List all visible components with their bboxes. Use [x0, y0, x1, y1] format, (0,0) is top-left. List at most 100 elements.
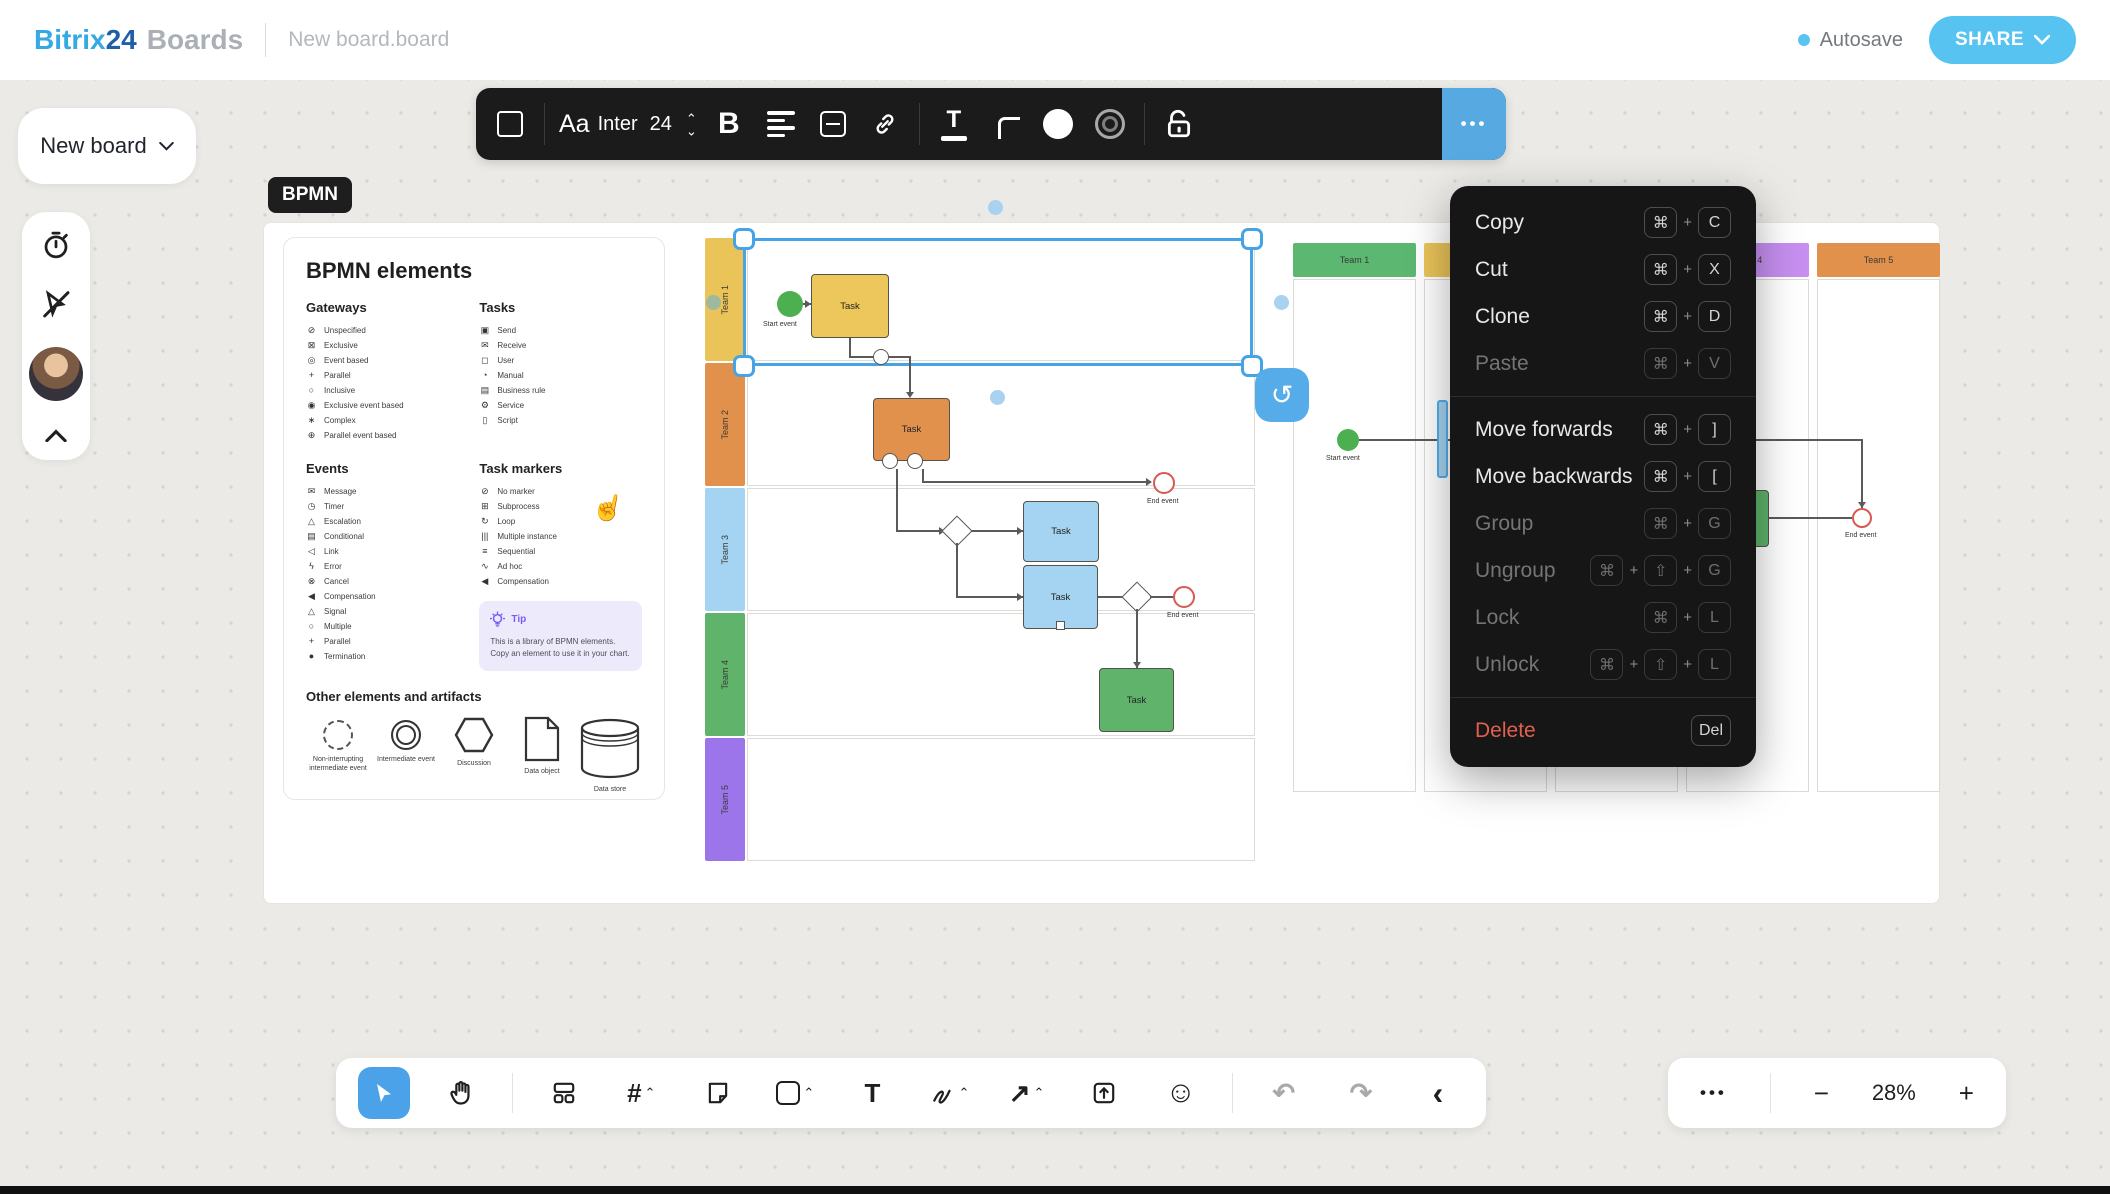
bpmn-item-complex[interactable]: ∗Complex	[306, 413, 459, 428]
menu-item-delete[interactable]: DeleteDel	[1450, 707, 1756, 754]
bpmn-item-exclusive[interactable]: ⊠Exclusive	[306, 338, 459, 353]
text-color-button[interactable]: T	[928, 88, 980, 160]
bpmn-item-compensation[interactable]: ◀Compensation	[479, 574, 642, 589]
bold-button[interactable]: B	[703, 88, 755, 160]
emoji-tool-button[interactable]: ☺	[1155, 1067, 1207, 1119]
bpmn-item-conditional[interactable]: ▤Conditional	[306, 529, 459, 544]
zoom-in-button[interactable]: +	[1955, 1078, 1978, 1109]
bpmn-item-discussion[interactable]: Discussion	[442, 716, 506, 768]
canvas-more-button[interactable]: •••	[1696, 1083, 1731, 1103]
frame-title-tag[interactable]: BPMN	[268, 177, 352, 213]
menu-item-move-backwards[interactable]: Move backwards⌘+[	[1450, 453, 1756, 500]
bpmn-item-ad-hoc[interactable]: ∿Ad hoc	[479, 559, 642, 574]
menu-item-copy[interactable]: Copy⌘+C	[1450, 199, 1756, 246]
bpmn-item-link[interactable]: ◁Link	[306, 544, 459, 559]
bpmn-item-parallel[interactable]: +Parallel	[306, 368, 459, 383]
bpmn-item-business-rule[interactable]: ▤Business rule	[479, 383, 642, 398]
board-switcher-button[interactable]: New board	[18, 108, 196, 184]
upload-tool-button[interactable]	[1078, 1067, 1130, 1119]
text-position-button[interactable]	[807, 88, 859, 160]
marker-circle[interactable]	[882, 453, 898, 469]
end-event-node[interactable]	[1173, 586, 1195, 608]
bpmn-item-parallel-event-based[interactable]: ⊕Parallel event based	[306, 428, 459, 443]
collaborator-avatar[interactable]	[29, 347, 83, 401]
gateway-node[interactable]	[1121, 581, 1152, 612]
menu-item-move-forwards[interactable]: Move forwards⌘+]	[1450, 406, 1756, 453]
selected-element-partial[interactable]	[1437, 400, 1448, 478]
bpmn-item-sequential[interactable]: ≡Sequential	[479, 544, 642, 559]
gateway-node[interactable]	[941, 515, 972, 546]
task-node-yellow[interactable]: Task	[811, 274, 889, 338]
document-title[interactable]: New board.board	[288, 28, 449, 52]
bpmn-item-inclusive[interactable]: ○Inclusive	[306, 383, 459, 398]
bpmn-item-data-store[interactable]: Data store	[578, 716, 642, 794]
connector-tool-button[interactable]: ↗ ⌃	[1001, 1067, 1053, 1119]
bpmn-item-message[interactable]: ✉Message	[306, 484, 459, 499]
start-event-node[interactable]	[1337, 429, 1359, 451]
collapse-rail-button[interactable]	[45, 429, 67, 442]
selection-handle-ne[interactable]	[1241, 228, 1263, 250]
marker-circle[interactable]	[873, 349, 889, 365]
stroke-color-button[interactable]	[1084, 88, 1136, 160]
text-align-button[interactable]	[755, 88, 807, 160]
menu-item-cut[interactable]: Cut⌘+X	[1450, 246, 1756, 293]
reset-rotation-button[interactable]: ↺	[1255, 368, 1309, 422]
task-node-green[interactable]: Task	[1099, 668, 1174, 732]
bpmn-item-timer[interactable]: ◷Timer	[306, 499, 459, 514]
bpmn-item-signal[interactable]: △Signal	[306, 604, 459, 619]
menu-item-clone[interactable]: Clone⌘+D	[1450, 293, 1756, 340]
more-options-button[interactable]: •••	[1442, 88, 1506, 160]
font-size-stepper[interactable]: 24 ⌃⌃	[644, 88, 703, 160]
sticky-note-tool-button[interactable]	[692, 1067, 744, 1119]
end-event-node[interactable]	[1153, 472, 1175, 494]
zoom-level-value[interactable]: 28%	[1872, 1080, 1916, 1106]
bitrix24-logo[interactable]: Bitrix24 Boards	[34, 24, 243, 56]
timer-button[interactable]	[41, 230, 71, 260]
selection-handle-sw[interactable]	[733, 355, 755, 377]
lock-button[interactable]	[1153, 88, 1205, 160]
shape-tool-button[interactable]: ⌃	[769, 1067, 821, 1119]
corner-radius-button[interactable]	[980, 88, 1032, 160]
bpmn-item-termination[interactable]: ●Termination	[306, 649, 459, 664]
start-event-node[interactable]	[777, 291, 803, 317]
bpmn-item-multiple-instance[interactable]: |||Multiple instance	[479, 529, 642, 544]
bpmn-item-compensation[interactable]: ◀Compensation	[306, 589, 459, 604]
bpmn-item-intermediate-event[interactable]: Intermediate event	[374, 716, 438, 764]
bpmn-item-error[interactable]: ϟError	[306, 559, 459, 574]
bpmn-item-manual[interactable]: ◔Manual	[479, 368, 642, 383]
shape-style-button[interactable]	[484, 88, 536, 160]
collapse-toolbar-button[interactable]: ‹	[1412, 1067, 1464, 1119]
bpmn-item-unspecified[interactable]: ⊘Unspecified	[306, 323, 459, 338]
undo-button[interactable]: ↶	[1258, 1067, 1310, 1119]
bpmn-item-non-interrupting-intermediate-event[interactable]: Non-interrupting intermediate event	[306, 716, 370, 774]
bpmn-item-data-object[interactable]: Data object	[510, 716, 574, 776]
pan-tool-button[interactable]	[435, 1067, 487, 1119]
bpmn-item-multiple[interactable]: ○Multiple	[306, 619, 459, 634]
task-node-orange[interactable]: Task	[873, 398, 950, 461]
task-node-blue-2[interactable]: Task	[1023, 565, 1098, 629]
share-button[interactable]: SHARE	[1929, 16, 2076, 64]
bpmn-item-send[interactable]: ▣Send	[479, 323, 642, 338]
bpmn-item-script[interactable]: ▯Script	[479, 413, 642, 428]
select-tool-button[interactable]	[358, 1067, 410, 1119]
text-tool-button[interactable]: T	[846, 1067, 898, 1119]
marker-square[interactable]	[1056, 621, 1065, 630]
task-node-blue-1[interactable]: Task	[1023, 501, 1099, 562]
marker-circle[interactable]	[907, 453, 923, 469]
bpmn-item-event-based[interactable]: ◎Event based	[306, 353, 459, 368]
bpmn-item-service[interactable]: ⚙Service	[479, 398, 642, 413]
bpmn-item-receive[interactable]: ✉Receive	[479, 338, 642, 353]
link-button[interactable]	[859, 88, 911, 160]
bpmn-item-user[interactable]: ◻User	[479, 353, 642, 368]
bpmn-item-cancel[interactable]: ⊗Cancel	[306, 574, 459, 589]
frame-tool-button[interactable]: # ⌃	[615, 1067, 667, 1119]
templates-tool-button[interactable]	[538, 1067, 590, 1119]
pen-tool-button[interactable]: ⌃	[924, 1067, 976, 1119]
follow-cursor-off-button[interactable]	[40, 288, 72, 320]
selection-handle-nw[interactable]	[733, 228, 755, 250]
bpmn-item-exclusive-event-based[interactable]: ◉Exclusive event based	[306, 398, 459, 413]
fill-color-button[interactable]	[1032, 88, 1084, 160]
zoom-out-button[interactable]: −	[1810, 1078, 1833, 1109]
bpmn-item-parallel[interactable]: +Parallel	[306, 634, 459, 649]
end-event-node[interactable]	[1852, 508, 1872, 528]
